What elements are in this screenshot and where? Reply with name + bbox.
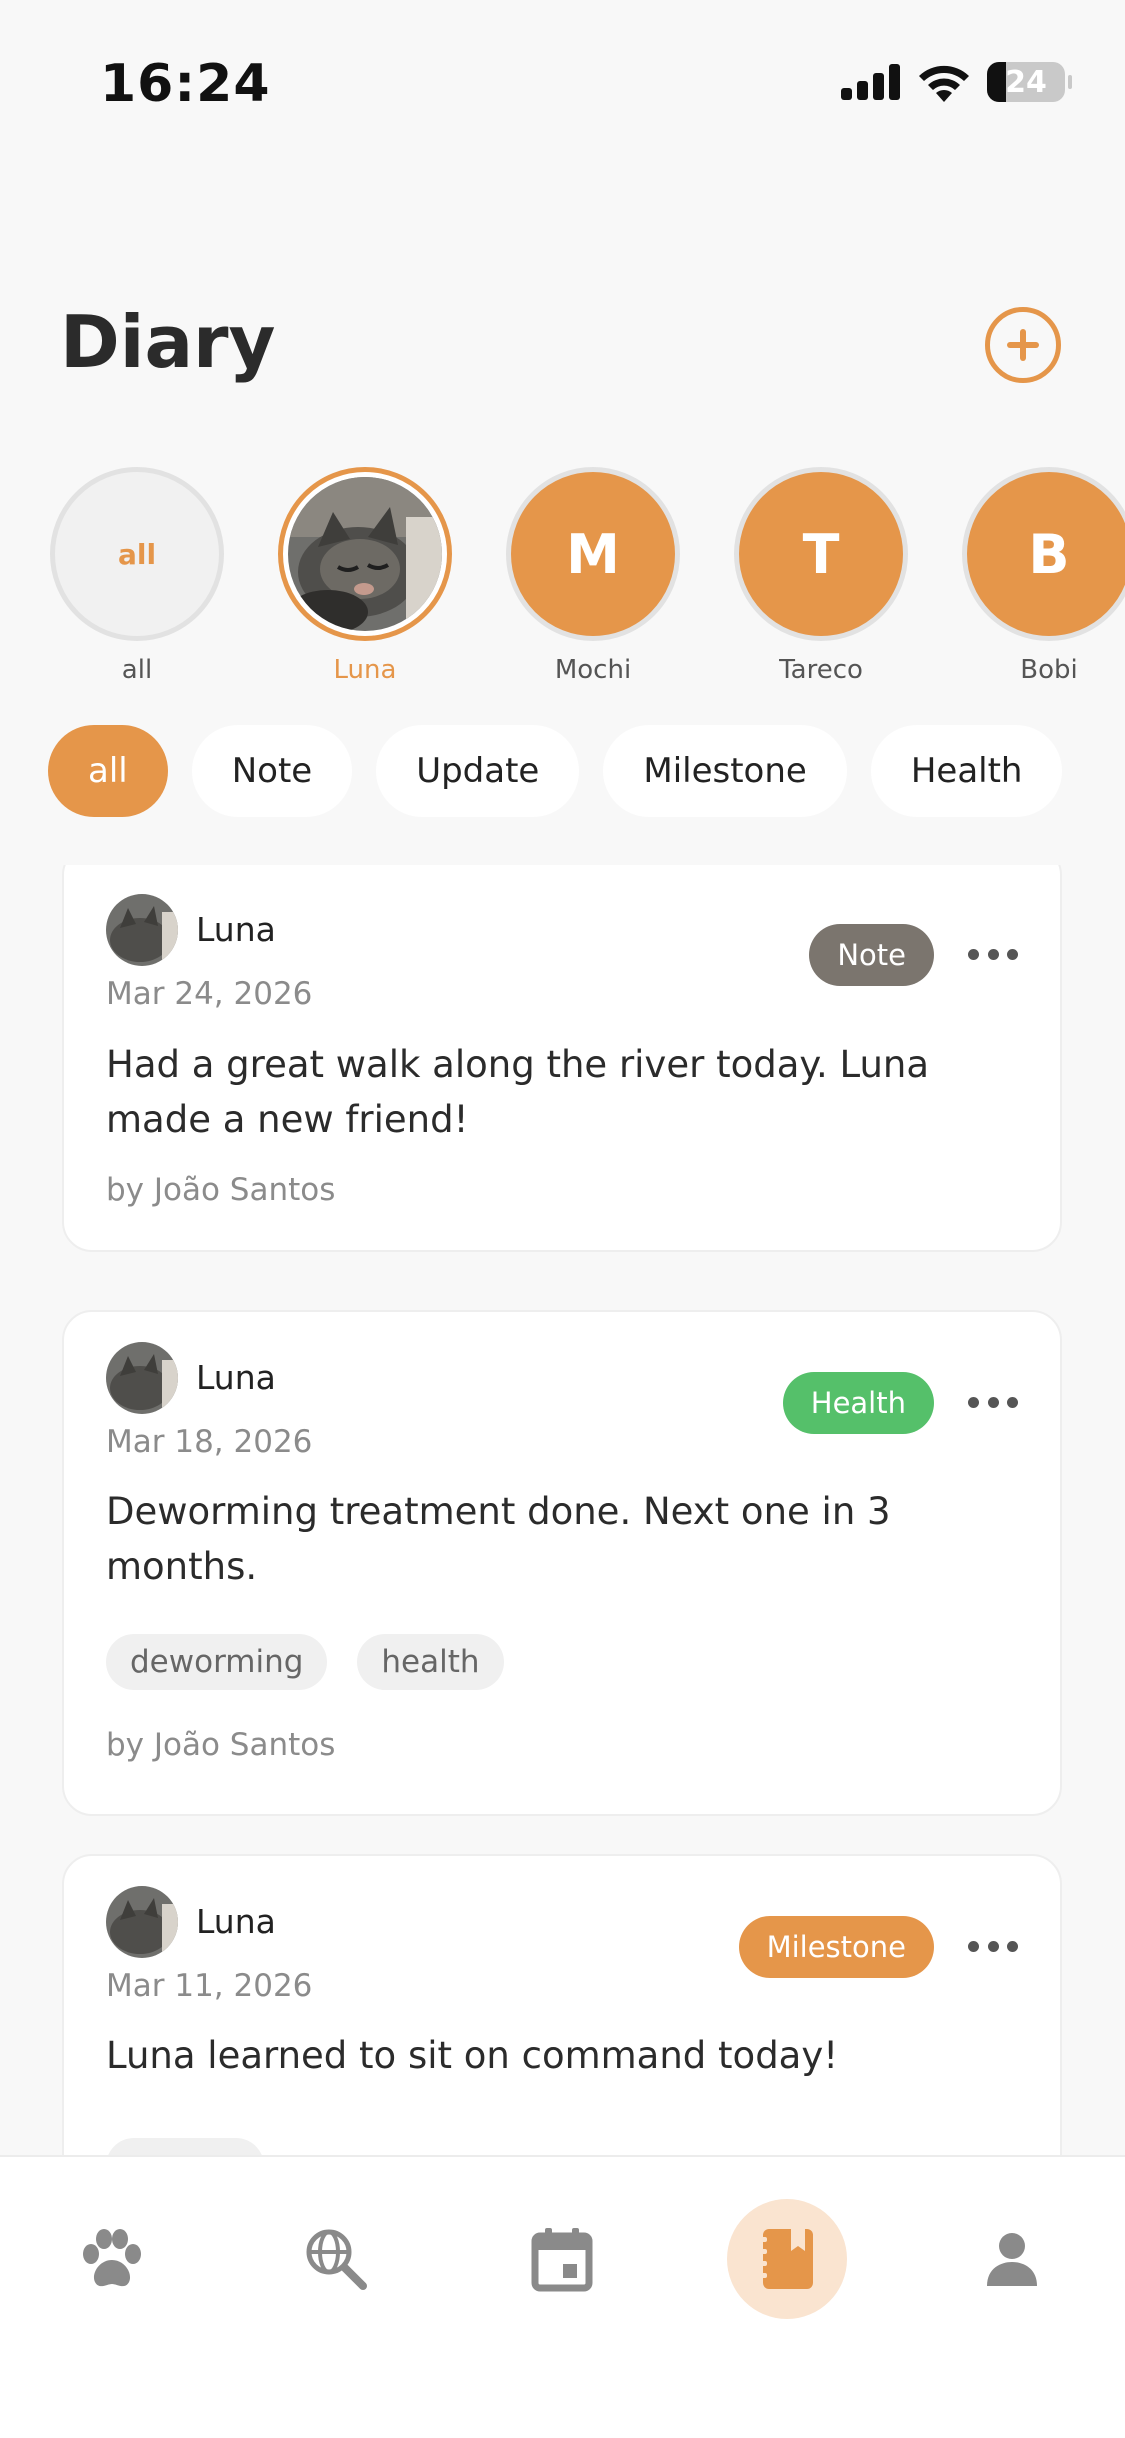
profile-icon [987,2233,1037,2286]
nav-profile[interactable] [952,2199,1072,2319]
page-title: Diary [60,300,276,384]
tag-chip[interactable]: health [357,1634,504,1690]
entry-date: Mar 24, 2026 [106,976,313,1012]
globe-search-icon [306,2229,367,2290]
nav-diary[interactable] [727,2199,847,2319]
paw-icon [83,2229,141,2287]
battery-level [987,62,1006,102]
cat-photo-image [288,477,442,631]
entry-pet-name: Luna [196,910,276,949]
entry-text: Had a great walk along the river today. … [106,1043,930,1141]
battery-text: 24 [1005,64,1047,100]
wifi-icon [919,65,969,102]
pet-avatar-mochi: M [506,467,680,641]
pet-avatar-luna [278,467,452,641]
pet-item-mochi[interactable]: M Mochi [506,467,680,685]
status-bar: 16:24 24 [0,0,1125,150]
nav-explore[interactable] [276,2199,396,2319]
diary-feed[interactable]: Luna Mar 24, 2026 Note Had a great walk … [0,865,1125,2155]
battery-icon: 24 [987,62,1072,102]
pet-name: Mochi [554,655,632,685]
entry-date: Mar 18, 2026 [106,1424,313,1460]
status-icons: 24 [841,62,1072,102]
filter-chip-milestone[interactable]: Milestone [603,725,847,817]
entry-tags: deworming health [106,1634,504,1690]
entry-author: by João Santos [106,1172,336,1208]
entry-tags [106,2138,264,2155]
pet-name: Luna [333,655,397,685]
entry-pet-name: Luna [196,1358,276,1397]
category-badge: Health [782,1372,934,1434]
filter-chip-health[interactable]: Health [870,725,1063,817]
plus-icon [1007,329,1039,361]
pet-selector: all all Luna M Mochi T Tareco B Bobi [50,467,1125,685]
diary-entry-card[interactable]: Luna Mar 24, 2026 Note Had a great walk … [62,865,1062,1252]
nav-pets[interactable] [52,2199,172,2319]
nav-calendar[interactable] [502,2199,622,2319]
pet-name: all [121,655,153,685]
pet-item-bobi[interactable]: B Bobi [962,467,1125,685]
diary-entry-card[interactable]: Luna Mar 18, 2026 Health Deworming treat… [62,1310,1062,1816]
category-badge: Note [809,924,934,986]
more-options-icon[interactable] [968,934,1018,974]
calendar-icon [531,2228,593,2292]
diary-entry-card[interactable]: Luna Mar 11, 2026 Milestone Luna learned… [62,1854,1062,2155]
more-options-icon[interactable] [968,1926,1018,1966]
tag-chip[interactable] [106,2138,264,2155]
pet-photo-luna [288,477,442,631]
category-badge: Milestone [738,1916,934,1978]
entry-pet-name: Luna [196,1902,276,1941]
entry-text: Luna learned to sit on command today! [106,2034,839,2077]
status-time: 16:24 [100,54,271,114]
add-entry-button[interactable] [985,307,1061,383]
bottom-nav [0,2155,1125,2438]
pet-avatar-small [106,1342,178,1414]
entry-date: Mar 11, 2026 [106,1968,313,2004]
pet-avatar-all: all [50,467,224,641]
pet-item-luna[interactable]: Luna [278,467,452,685]
filter-chip-update[interactable]: Update [376,725,580,817]
category-filter: all Note Update Milestone Health [48,725,1063,817]
pet-avatar-tareco: T [734,467,908,641]
more-options-icon[interactable] [968,1382,1018,1422]
signal-icon [841,64,900,100]
pet-avatar-small [106,894,178,966]
tag-chip[interactable]: deworming [106,1634,328,1690]
pet-name: Tareco [779,655,863,685]
pet-item-all[interactable]: all all [50,467,224,685]
entry-text: Deworming treatment done. Next one in 3 … [106,1490,891,1588]
diary-icon [759,2229,813,2289]
pet-item-tareco[interactable]: T Tareco [734,467,908,685]
filter-chip-all[interactable]: all [48,725,168,817]
filter-chip-note[interactable]: Note [191,725,353,817]
entry-author: by João Santos [106,1727,336,1763]
pet-name: Bobi [1020,655,1078,685]
pet-avatar-small [106,1886,178,1958]
pet-avatar-bobi: B [962,467,1125,641]
